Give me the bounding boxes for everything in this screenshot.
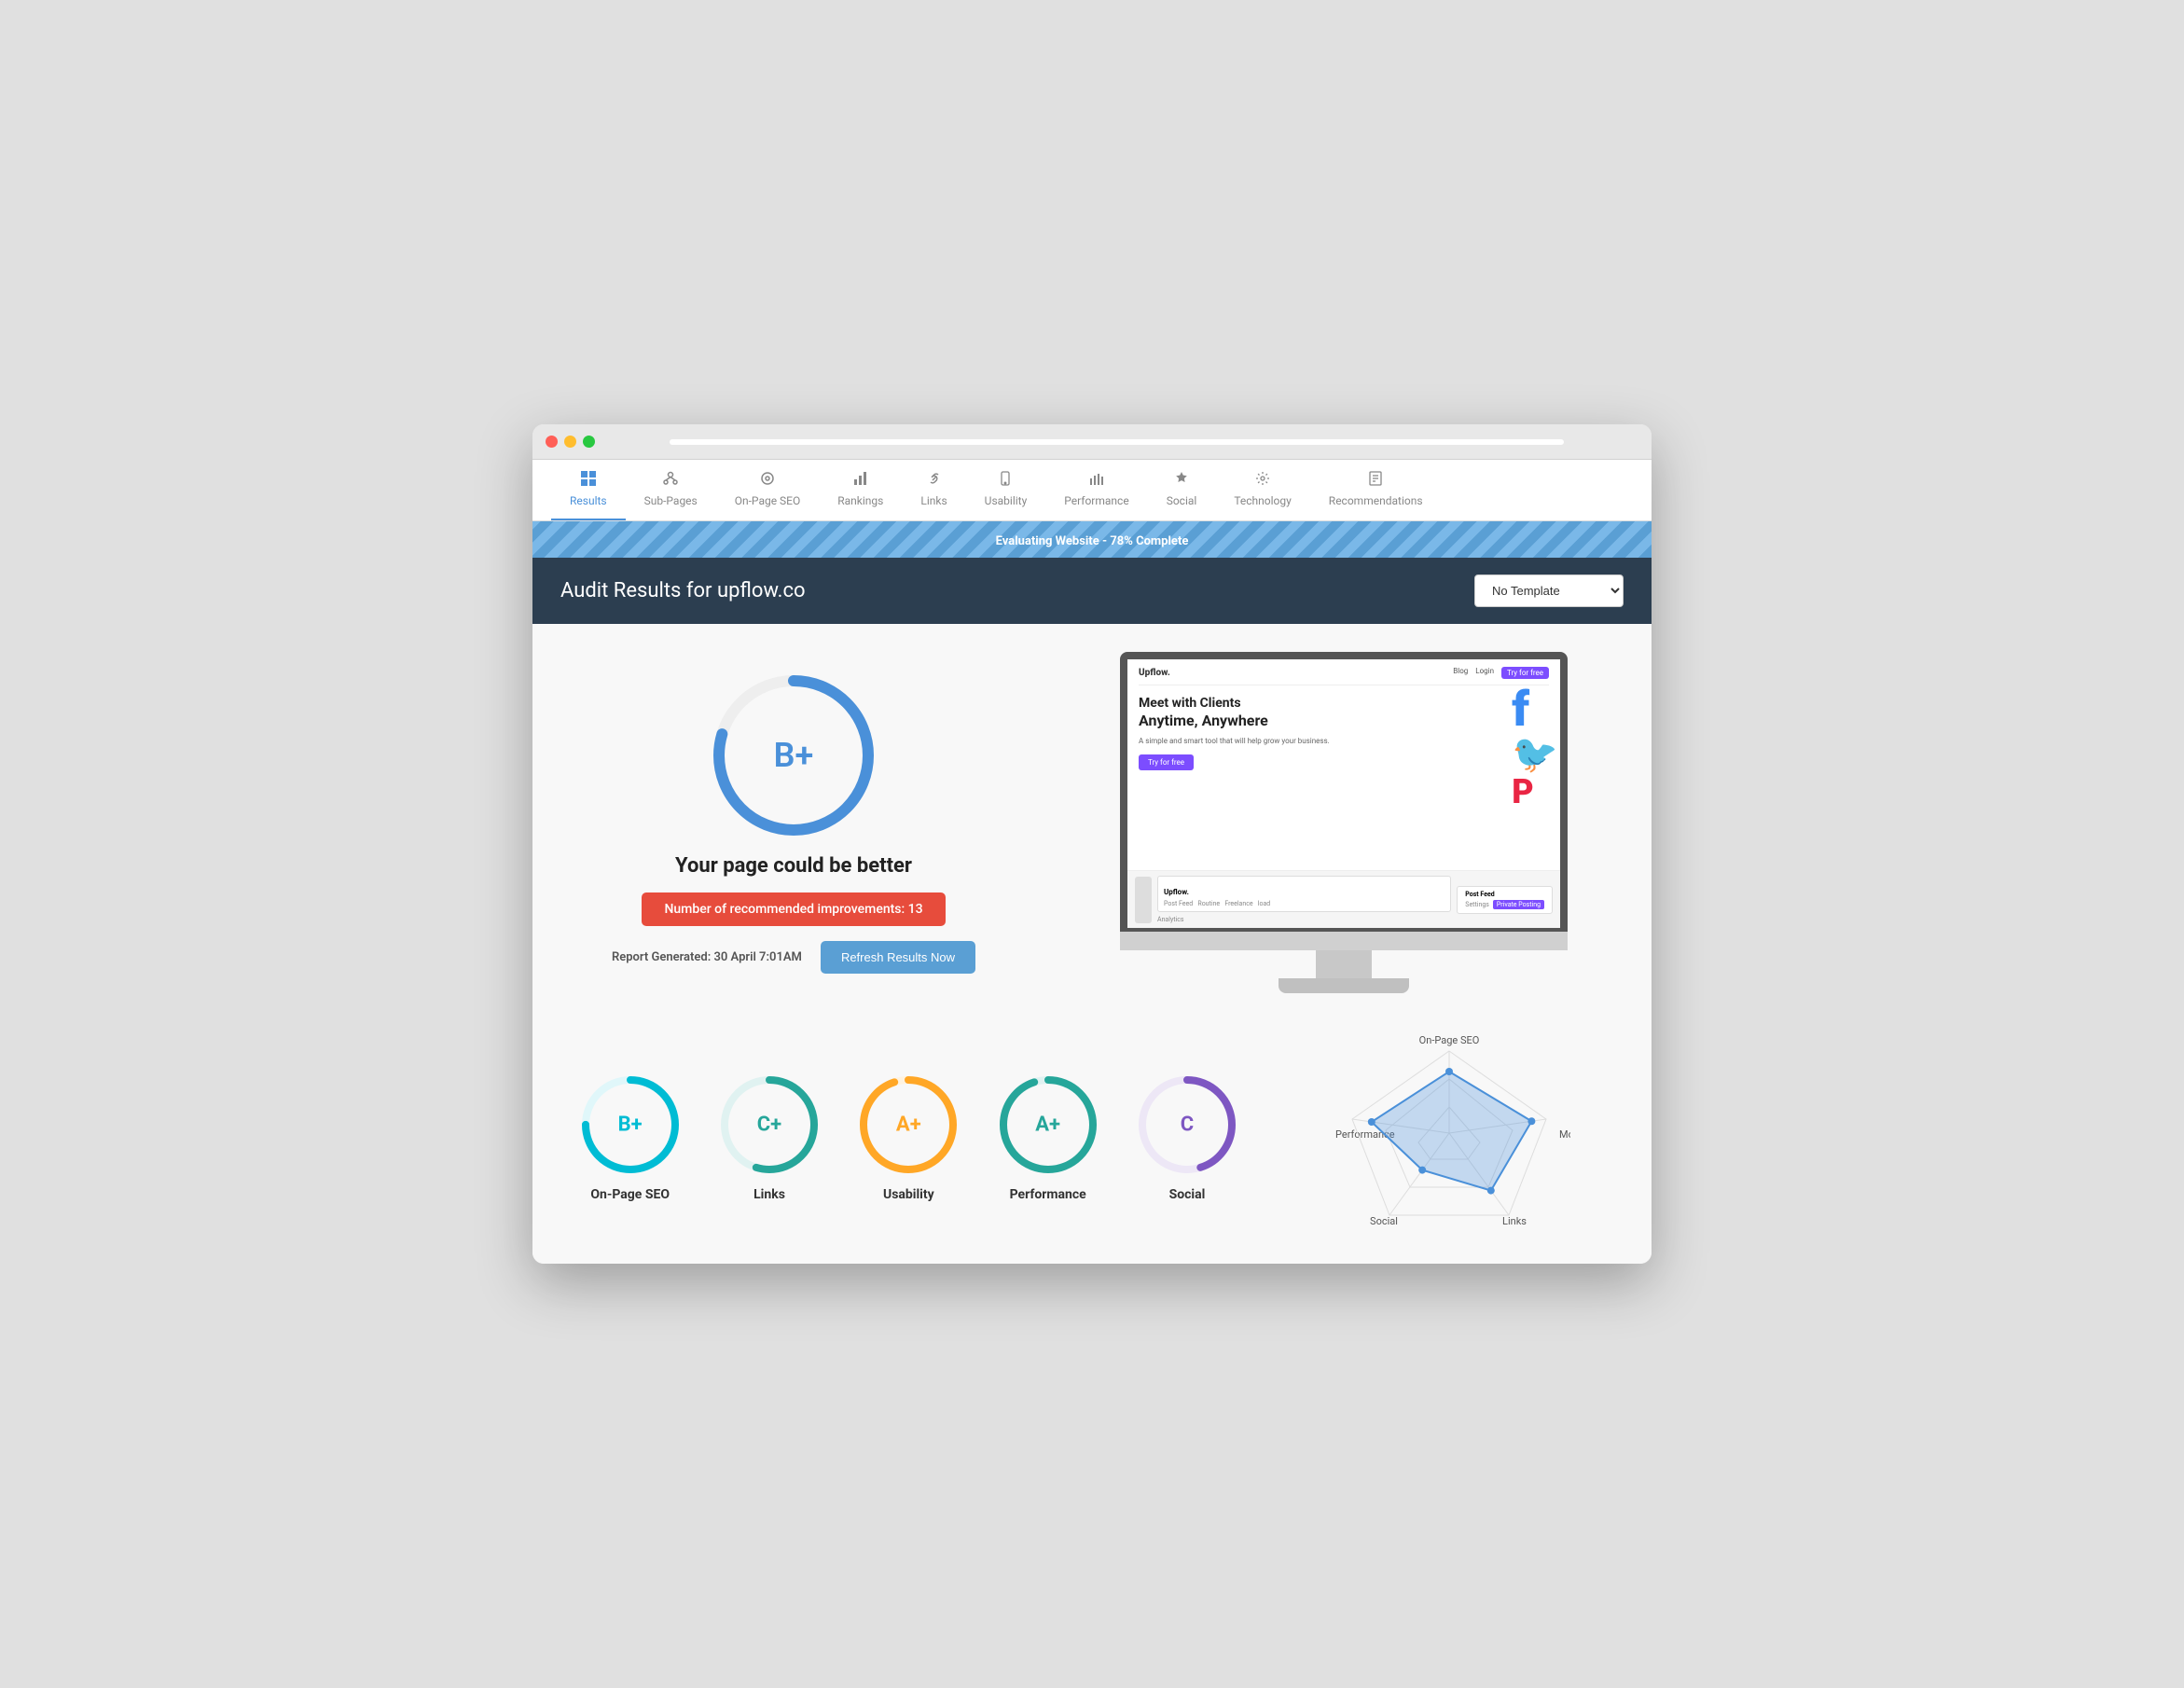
tab-links[interactable]: Links <box>902 460 965 520</box>
performance-grade: A+ <box>1035 1114 1060 1137</box>
subpages-icon <box>663 471 678 490</box>
spider-chart-section: On-Page SEO Mobile & UI Links Social Per… <box>1276 1031 1624 1236</box>
score-card-social: C Social <box>1117 1073 1256 1202</box>
tab-technology-label: Technology <box>1234 494 1291 507</box>
usability-label: Usability <box>883 1187 934 1202</box>
social-icon <box>1174 471 1189 490</box>
tab-onpage[interactable]: On-Page SEO <box>716 460 820 520</box>
tab-recommendations-label: Recommendations <box>1329 494 1423 507</box>
top-section: B+ Your page could be better Number of r… <box>560 652 1624 993</box>
onpage-circle: B+ <box>579 1073 682 1176</box>
progress-bar: Evaluating Website - 78% Complete <box>532 521 1652 558</box>
tab-results[interactable]: Results <box>551 460 626 520</box>
social-grade: C <box>1181 1114 1194 1137</box>
score-card-performance: A+ Performance <box>978 1073 1117 1202</box>
report-date: Report Generated: 30 April 7:01AM <box>612 950 802 964</box>
score-cards: B+ On-Page SEO C+ Links <box>560 1064 1257 1202</box>
monitor-screen: Upflow. Blog Login Try for free <box>1120 652 1568 932</box>
website-preview: Upflow. Blog Login Try for free <box>1127 659 1560 928</box>
tab-rankings[interactable]: Rankings <box>819 460 902 520</box>
onpage-icon <box>760 471 775 490</box>
template-select[interactable]: No Template Template 1 Template 2 <box>1474 574 1624 607</box>
progress-text: Evaluating Website - 78% Complete <box>996 534 1189 548</box>
tab-recommendations[interactable]: Recommendations <box>1310 460 1442 520</box>
usability-circle: A+ <box>857 1073 960 1176</box>
improvements-badge: Number of recommended improvements: 13 <box>642 892 945 926</box>
minimize-dot[interactable] <box>564 436 576 448</box>
score-card-usability: A+ Usability <box>839 1073 978 1202</box>
main-grade-label: B+ <box>774 736 814 775</box>
tab-performance-label: Performance <box>1064 494 1128 507</box>
grade-section: B+ Your page could be better Number of r… <box>560 671 1027 974</box>
close-dot[interactable] <box>546 436 558 448</box>
performance-circle: A+ <box>997 1073 1099 1176</box>
tab-subpages-label: Sub-Pages <box>644 494 698 507</box>
svg-text:Mobile & UI: Mobile & UI <box>1559 1128 1570 1141</box>
tab-results-label: Results <box>570 494 607 507</box>
technology-icon <box>1255 471 1270 490</box>
screenshot-section: Upflow. Blog Login Try for free <box>1064 652 1624 993</box>
social-label: Social <box>1169 1187 1206 1202</box>
nav-tabs: Results Sub-Pages On-Page SEO Rankings L… <box>532 460 1652 521</box>
onpage-label: On-Page SEO <box>590 1187 670 1202</box>
monitor-stand-top <box>1120 932 1568 950</box>
titlebar <box>532 424 1652 460</box>
tab-subpages[interactable]: Sub-Pages <box>626 460 716 520</box>
refresh-button[interactable]: Refresh Results Now <box>821 941 975 974</box>
usability-grade: A+ <box>896 1114 921 1137</box>
monitor: Upflow. Blog Login Try for free <box>1120 652 1568 993</box>
app-window: Results Sub-Pages On-Page SEO Rankings L… <box>532 424 1652 1264</box>
grade-message: Your page could be better <box>675 854 912 878</box>
report-row: Report Generated: 30 April 7:01AM Refres… <box>612 941 975 974</box>
score-card-links: C+ Links <box>699 1073 838 1202</box>
rankings-icon <box>853 471 868 490</box>
performance-icon <box>1089 471 1104 490</box>
svg-text:Social: Social <box>1370 1215 1398 1227</box>
maximize-dot[interactable] <box>583 436 595 448</box>
monitor-stand-base <box>1279 978 1409 993</box>
bottom-row: B+ On-Page SEO C+ Links <box>560 1031 1624 1236</box>
tab-usability[interactable]: Usability <box>966 460 1046 520</box>
svg-text:On-Page SEO: On-Page SEO <box>1419 1034 1480 1046</box>
main-content: B+ Your page could be better Number of r… <box>532 624 1652 1264</box>
performance-label: Performance <box>1010 1187 1086 1202</box>
usability-icon <box>998 471 1013 490</box>
main-grade-circle: B+ <box>710 671 878 839</box>
links-icon <box>927 471 942 490</box>
score-card-onpage: B+ On-Page SEO <box>560 1073 699 1202</box>
social-circle: C <box>1136 1073 1238 1176</box>
url-bar[interactable] <box>670 439 1564 445</box>
results-icon <box>581 471 596 490</box>
window-controls <box>546 436 595 448</box>
links-circle: C+ <box>718 1073 821 1176</box>
svg-text:Links: Links <box>1502 1215 1527 1227</box>
onpage-grade: B+ <box>618 1114 643 1137</box>
tab-usability-label: Usability <box>985 494 1028 507</box>
monitor-stand-neck <box>1316 950 1372 978</box>
page-title: Audit Results for upflow.co <box>560 579 806 602</box>
tab-social-label: Social <box>1167 494 1197 507</box>
tab-technology[interactable]: Technology <box>1215 460 1309 520</box>
links-grade: C+ <box>757 1114 781 1137</box>
tab-onpage-label: On-Page SEO <box>735 494 801 507</box>
recommendations-icon <box>1368 471 1383 490</box>
tab-links-label: Links <box>920 494 947 507</box>
tab-social[interactable]: Social <box>1148 460 1216 520</box>
header-bar: Audit Results for upflow.co No Template … <box>532 558 1652 624</box>
spider-chart: On-Page SEO Mobile & UI Links Social Per… <box>1328 1031 1570 1236</box>
tab-performance[interactable]: Performance <box>1045 460 1147 520</box>
tab-rankings-label: Rankings <box>837 494 883 507</box>
links-label: Links <box>753 1187 785 1202</box>
